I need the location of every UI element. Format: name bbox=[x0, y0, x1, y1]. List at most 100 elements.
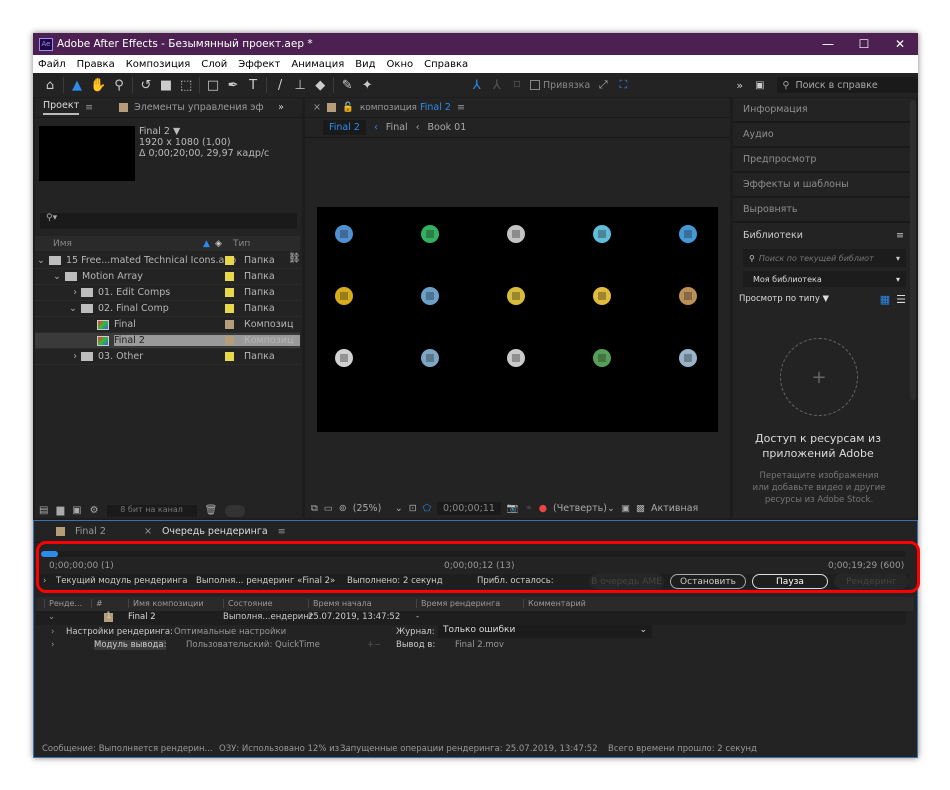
home-icon[interactable]: ⌂ bbox=[43, 78, 57, 93]
label-swatch[interactable] bbox=[225, 272, 234, 281]
panel-3[interactable]: Эффекты и шаблоны bbox=[733, 173, 916, 198]
panel-overflow-icon[interactable]: » bbox=[278, 102, 284, 113]
label-swatch[interactable] bbox=[225, 288, 234, 297]
expand-arrow-icon[interactable]: ⌄ bbox=[35, 271, 65, 282]
axis-world-icon[interactable]: ⅄ bbox=[490, 78, 504, 93]
close-tab-icon[interactable]: × bbox=[313, 102, 321, 113]
eraser-tool-icon[interactable]: ◆ bbox=[313, 78, 327, 93]
expand-arrow-icon[interactable]: › bbox=[51, 627, 54, 637]
column-header[interactable]: Состояние bbox=[223, 599, 273, 608]
show-snapshot-icon[interactable]: ⚭ bbox=[525, 503, 533, 514]
tab-final-2[interactable]: Final 2 bbox=[75, 526, 106, 537]
puppet-pin-tool-icon[interactable]: ✦ bbox=[360, 78, 374, 93]
flowchart-icon[interactable]: ⛓ bbox=[288, 253, 301, 264]
library-select[interactable]: Моя библиотека ▾ bbox=[743, 271, 906, 287]
transparency-grid-icon[interactable]: ⬠ bbox=[423, 503, 431, 514]
label-swatch[interactable] bbox=[225, 336, 234, 345]
resolution-select[interactable]: (Четверть) ⌄ bbox=[553, 503, 615, 514]
zoom-tool-icon[interactable]: ⚲ bbox=[112, 78, 126, 93]
menu-0[interactable]: Файл bbox=[38, 59, 66, 70]
monitor-icon[interactable]: ▭ bbox=[324, 503, 333, 514]
output-module-value[interactable]: Пользовательский: QuickTime bbox=[186, 640, 320, 650]
column-header[interactable]: # bbox=[91, 599, 103, 608]
lock-icon[interactable]: 🔓 bbox=[342, 102, 354, 113]
comp-tab-name[interactable]: Final 2 bbox=[420, 102, 451, 113]
breadcrumb-final-2[interactable]: Final 2 bbox=[323, 120, 366, 135]
toggle-transparency-icon[interactable]: ▩ bbox=[636, 503, 645, 514]
project-item[interactable]: ⌄ Motion Array Папка bbox=[35, 269, 300, 285]
column-header[interactable]: Ренде... bbox=[44, 599, 82, 608]
menu-1[interactable]: Правка bbox=[77, 59, 115, 70]
add-output-icon[interactable]: +− bbox=[367, 640, 381, 650]
grid-view-icon[interactable]: ▦ bbox=[880, 293, 890, 306]
project-item[interactable]: › 03. Other Папка bbox=[35, 349, 300, 365]
new-folder-icon[interactable]: ▆ bbox=[56, 505, 64, 516]
snap-target-icon[interactable]: ⛶ bbox=[616, 78, 630, 92]
snapshot-icon[interactable]: 📷 bbox=[507, 503, 519, 514]
label-swatch[interactable] bbox=[225, 256, 234, 265]
menu-8[interactable]: Справка bbox=[424, 59, 468, 70]
list-view-icon[interactable]: ☰ bbox=[896, 293, 906, 306]
tab-effect-controls[interactable]: Элементы управления эффект bbox=[134, 102, 264, 113]
menu-6[interactable]: Вид bbox=[355, 59, 375, 70]
new-comp-icon[interactable]: ▣ bbox=[72, 505, 81, 516]
workspace-icon[interactable]: ▣ bbox=[755, 80, 764, 91]
close-tab-icon[interactable]: × bbox=[144, 526, 152, 537]
libraries-title[interactable]: Библиотеки bbox=[743, 230, 803, 241]
menu-3[interactable]: Слой bbox=[201, 59, 227, 70]
thumbnail-toggle[interactable] bbox=[225, 504, 246, 517]
fast-previews-icon[interactable]: ▣ bbox=[621, 503, 630, 514]
panel-0[interactable]: Информация bbox=[733, 98, 916, 123]
panel-menu-icon[interactable]: ≡ bbox=[457, 102, 465, 113]
column-header[interactable]: Имя композиции bbox=[128, 599, 204, 608]
panel-2[interactable]: Предпросмотр bbox=[733, 148, 916, 173]
expand-arrow-icon[interactable]: › bbox=[35, 287, 81, 298]
log-select[interactable]: Только ошибки ⌄ bbox=[438, 625, 652, 638]
project-item[interactable]: ⌄ 02. Final Comp Папка bbox=[35, 301, 300, 317]
expand-arrow-icon[interactable]: ⌄ bbox=[35, 255, 49, 266]
panel-menu-icon[interactable]: ≡ bbox=[278, 526, 286, 537]
label-swatch[interactable] bbox=[225, 320, 234, 329]
render-settings-value[interactable]: Оптимальные настройки bbox=[174, 627, 286, 637]
scrollbar[interactable] bbox=[910, 100, 916, 400]
column-type[interactable]: Тип bbox=[233, 239, 250, 249]
column-header[interactable]: Комментарий bbox=[523, 599, 586, 608]
project-settings-icon[interactable]: ⚙ bbox=[90, 505, 99, 516]
vr-icon[interactable]: ⊚ bbox=[339, 503, 347, 514]
label-swatch[interactable] bbox=[225, 352, 234, 361]
project-item[interactable]: Final Композиц bbox=[35, 317, 300, 333]
workspace-more-button[interactable]: » bbox=[736, 79, 743, 92]
active-camera-select[interactable]: Активная bbox=[651, 503, 698, 514]
rectangle-tool-icon[interactable]: □ bbox=[206, 78, 220, 93]
trash-icon[interactable]: 🗑 bbox=[205, 505, 218, 516]
column-header[interactable]: Время рендеринга bbox=[416, 599, 500, 608]
axis-local-icon[interactable]: ⅄ bbox=[470, 78, 484, 93]
render-item-row[interactable]: ⌄ 1 Final 2 Выполня...ендеринг 25.07.201… bbox=[36, 611, 906, 625]
expand-arrow-icon[interactable]: › bbox=[51, 640, 54, 650]
text-tool-icon[interactable]: T bbox=[246, 78, 260, 93]
axis-view-icon[interactable]: ⌑ bbox=[510, 78, 524, 93]
help-search-input[interactable]: ⚲ Поиск в справке bbox=[776, 77, 918, 93]
minimize-button[interactable]: — bbox=[810, 33, 846, 55]
column-header[interactable]: Время начала bbox=[308, 599, 372, 608]
panel-menu-icon[interactable]: ≡ bbox=[896, 230, 904, 241]
snap-options-icon[interactable]: ⤢ bbox=[596, 78, 610, 92]
tab-project[interactable]: Проект bbox=[43, 100, 80, 115]
label-swatch[interactable] bbox=[225, 304, 234, 313]
breadcrumb-final[interactable]: Final bbox=[386, 122, 408, 133]
output-file[interactable]: Final 2.mov bbox=[455, 640, 504, 650]
menu-2[interactable]: Композиция bbox=[126, 59, 191, 70]
brush-tool-icon[interactable]: / bbox=[273, 78, 287, 93]
library-search-input[interactable]: ⚲ Поиск по текущей библиот ▾ bbox=[743, 249, 906, 267]
maximize-button[interactable]: ☐ bbox=[846, 33, 882, 55]
channels-icon[interactable]: ● bbox=[539, 503, 547, 514]
project-search-input[interactable]: ⚲▾ bbox=[40, 213, 297, 229]
breadcrumb-book-01[interactable]: Book 01 bbox=[428, 122, 467, 133]
view-by-type-select[interactable]: Просмотр по типу ▼ bbox=[739, 294, 880, 304]
comp-canvas[interactable] bbox=[317, 207, 718, 432]
tab-render-queue[interactable]: Очередь рендеринга bbox=[162, 526, 268, 537]
menu-4[interactable]: Эффект bbox=[238, 59, 280, 70]
panel-menu-icon[interactable]: ≡ bbox=[85, 102, 93, 113]
interpret-footage-icon[interactable]: ▤ bbox=[39, 505, 48, 516]
add-asset-icon[interactable]: + bbox=[780, 338, 858, 416]
